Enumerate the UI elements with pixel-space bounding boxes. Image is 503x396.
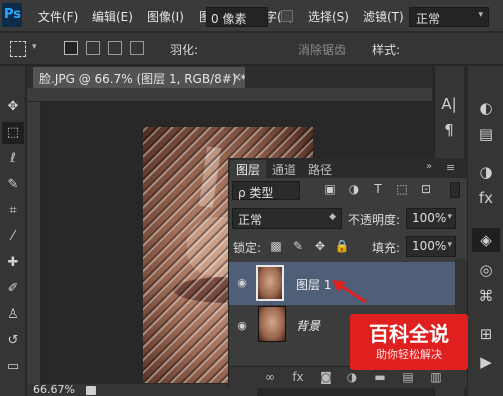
- lock-transparent-icon[interactable]: ▩: [268, 238, 284, 254]
- document-tab[interactable]: 脸.JPG @ 66.7% (图层 1, RGB/8#) *: [33, 67, 245, 88]
- history-brush-icon[interactable]: ↺: [2, 330, 24, 352]
- layer-thumbnail[interactable]: [256, 265, 284, 301]
- photoshop-logo: Ps: [2, 3, 22, 27]
- color-icon[interactable]: ◐: [474, 96, 498, 120]
- paragraph-icon[interactable]: ¶: [437, 118, 461, 142]
- menu-filter[interactable]: 滤镜(T): [363, 8, 404, 25]
- menu-file[interactable]: 文件(F): [38, 8, 78, 25]
- eyedropper-icon[interactable]: ⁄: [2, 226, 24, 248]
- style-label: 样式:: [372, 43, 401, 57]
- layers-icon[interactable]: ◈: [472, 228, 500, 252]
- healing-icon[interactable]: ✚: [2, 252, 24, 274]
- swatches-icon[interactable]: ▤: [474, 122, 498, 146]
- tab-paths[interactable]: 路径: [302, 160, 338, 178]
- layer-name[interactable]: 图层 1: [296, 276, 331, 293]
- chevron-down-icon: ▾: [447, 240, 452, 250]
- move-icon[interactable]: ✥: [2, 96, 24, 118]
- marquee-preset-icon[interactable]: [10, 41, 26, 57]
- antialias-label: 消除锯齿: [298, 43, 347, 57]
- menu-image[interactable]: 图像(I): [147, 8, 184, 25]
- blend-mode-value: 正常: [238, 213, 263, 227]
- adjustment-layer-icon[interactable]: ◑: [344, 369, 360, 385]
- lock-position-icon[interactable]: ✥: [312, 238, 328, 254]
- brush-icon[interactable]: ✐: [2, 278, 24, 300]
- tab-channels[interactable]: 通道: [266, 160, 302, 178]
- delete-layer-icon[interactable]: ▥: [428, 369, 444, 385]
- panel-menu-icon[interactable]: ≡: [446, 161, 455, 174]
- filter-type-icon[interactable]: T: [370, 181, 386, 197]
- subtract-selection-icon[interactable]: [108, 41, 122, 55]
- chevron-down-icon: ▾: [478, 10, 483, 20]
- marquee-icon[interactable]: ⬚: [2, 122, 24, 144]
- chevron-down-icon: ▾: [447, 212, 452, 222]
- eraser-icon[interactable]: ▭: [2, 356, 24, 378]
- tab-layers[interactable]: 图层: [230, 160, 267, 178]
- quick-select-icon[interactable]: ✎: [2, 174, 24, 196]
- add-mask-icon[interactable]: ◙: [318, 369, 334, 385]
- channels-icon[interactable]: ◎: [474, 258, 498, 282]
- actions-icon[interactable]: ▶: [474, 350, 498, 374]
- close-icon[interactable]: ×: [232, 67, 244, 87]
- preset-dropdown-icon[interactable]: ▾: [32, 42, 37, 52]
- crop-icon[interactable]: ⌗: [2, 200, 24, 222]
- ruler-vertical: [27, 102, 41, 386]
- antialias-checkbox[interactable]: [281, 10, 293, 22]
- intersect-selection-icon[interactable]: [130, 41, 144, 55]
- blend-mode-select[interactable]: 正常 ◆: [232, 208, 342, 229]
- lasso-icon[interactable]: ℓ: [2, 148, 24, 170]
- filter-pixel-icon[interactable]: ▣: [322, 181, 338, 197]
- opacity-value: 100%: [412, 211, 447, 225]
- opacity-input[interactable]: 100% ▾: [406, 208, 456, 229]
- fill-value: 100%: [412, 239, 447, 253]
- lock-all-icon[interactable]: 🔒: [334, 238, 350, 254]
- fill-input[interactable]: 100% ▾: [406, 236, 456, 257]
- link-layers-icon[interactable]: ∞: [262, 369, 278, 385]
- add-selection-icon[interactable]: [86, 41, 100, 55]
- filter-smart-object-icon[interactable]: ⊡: [418, 181, 434, 197]
- visibility-eye-icon[interactable]: ◉: [234, 319, 250, 333]
- adjustments-icon[interactable]: ◑: [474, 160, 498, 184]
- filter-shape-icon[interactable]: ⬚: [394, 181, 410, 197]
- character-icon[interactable]: A|: [437, 92, 461, 116]
- fx-icon[interactable]: fx: [474, 186, 498, 210]
- new-group-icon[interactable]: ▬: [372, 369, 388, 385]
- collapse-panel-icon[interactable]: »: [426, 161, 432, 172]
- history-icon[interactable]: ⊞: [474, 322, 498, 346]
- opacity-label: 不透明度:: [348, 213, 401, 227]
- lock-label: 锁定:: [233, 241, 262, 255]
- layer-thumbnail[interactable]: [258, 306, 286, 342]
- paths-icon[interactable]: ⌘: [474, 284, 498, 308]
- new-selection-icon[interactable]: [64, 41, 78, 55]
- feather-label: 羽化:: [170, 43, 199, 57]
- chevron-down-icon: ◆: [329, 212, 336, 222]
- stamp-icon[interactable]: ♙: [2, 304, 24, 326]
- fill-label: 填充:: [372, 241, 401, 255]
- ruler-horizontal: [27, 88, 432, 102]
- watermark-title: 百科全说: [369, 322, 449, 346]
- status-zoom[interactable]: 66.67%: [27, 384, 257, 396]
- layer-filter-value: ρ 类型: [238, 186, 274, 200]
- new-layer-icon[interactable]: ▤: [400, 369, 416, 385]
- document-info-icon[interactable]: [86, 386, 96, 395]
- watermark-subtitle: 助你轻松解决: [376, 348, 442, 361]
- filter-adjustment-icon[interactable]: ◑: [346, 181, 362, 197]
- layer-name[interactable]: 背景: [296, 317, 320, 334]
- visibility-eye-icon[interactable]: ◉: [234, 276, 250, 290]
- lock-image-icon[interactable]: ✎: [290, 238, 306, 254]
- filter-toggle[interactable]: [450, 182, 460, 198]
- style-select[interactable]: 正常 ▾: [409, 7, 489, 27]
- menu-edit[interactable]: 编辑(E): [92, 8, 133, 25]
- menu-select[interactable]: 选择(S): [308, 8, 349, 25]
- annotation-arrow: [332, 280, 367, 304]
- feather-input[interactable]: 0 像素: [206, 7, 268, 27]
- style-select-value: 正常: [416, 12, 441, 26]
- fx-icon[interactable]: fx: [290, 369, 306, 385]
- layer-filter-select[interactable]: ρ 类型: [232, 181, 300, 200]
